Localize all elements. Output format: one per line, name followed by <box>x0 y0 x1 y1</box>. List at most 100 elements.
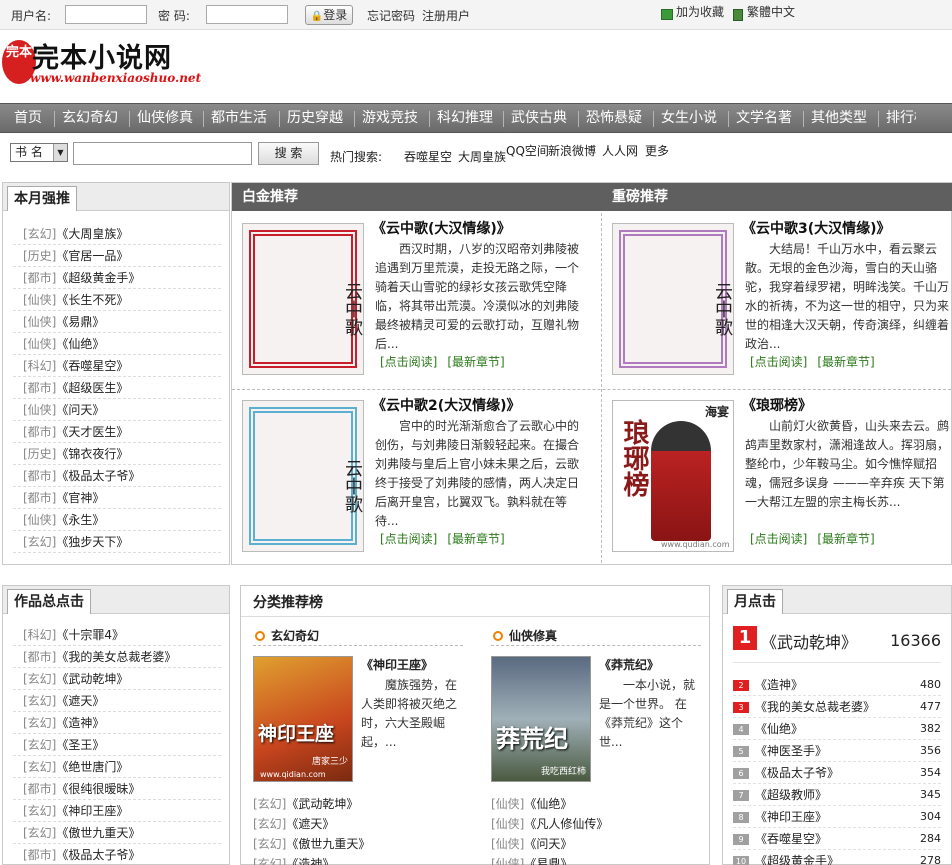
book-link[interactable]: 《凡人修仙传》 <box>524 817 608 831</box>
book-link[interactable]: 《十宗罪4》 <box>56 628 124 642</box>
nav-item[interactable]: 仙侠修真 <box>137 104 193 132</box>
book-link[interactable]: 《独步天下》 <box>56 535 128 549</box>
rank-row[interactable]: 7 《超级教师》 345 <box>733 784 941 806</box>
register-link[interactable]: 注册用户 <box>422 7 470 24</box>
list-item[interactable]: [都市]《很纯很暧昧》 <box>13 778 221 800</box>
rank-row[interactable]: 2 《造神》 480 <box>733 674 941 696</box>
favorite-link[interactable]: 加为收藏 <box>676 3 724 20</box>
book-link[interactable]: 《傲世九重天》 <box>286 837 370 851</box>
book-link[interactable]: 《武动乾坤》 <box>56 672 128 686</box>
list-item[interactable]: [玄幻]《独步天下》 <box>13 531 221 553</box>
list-item[interactable]: [仙侠]《仙绝》 <box>491 794 701 814</box>
read-link[interactable]: [点击阅读] <box>750 355 807 369</box>
list-item[interactable]: [都市]《极品太子爷》 <box>13 465 221 487</box>
nav-item[interactable]: 文学名著 <box>736 104 792 132</box>
rank-row[interactable]: 8 《神印王座》 304 <box>733 806 941 828</box>
nav-item[interactable]: 女生小说 <box>661 104 717 132</box>
latest-chapter-link[interactable]: [最新章节] <box>817 532 874 546</box>
list-item[interactable]: [仙侠]《仙绝》 <box>13 333 221 355</box>
latest-chapter-link[interactable]: [最新章节] <box>447 532 504 546</box>
list-item[interactable]: [玄幻]《武动乾坤》 <box>253 794 463 814</box>
book-link[interactable]: 《神印王座》 <box>755 810 827 824</box>
book-link[interactable]: 《吞噬星空》 <box>56 359 128 373</box>
nav-item[interactable]: 游戏竞技 <box>362 104 418 132</box>
list-item[interactable]: [都市]《天才医生》 <box>13 421 221 443</box>
book-cover[interactable]: 云中歌 <box>612 223 734 375</box>
list-item[interactable]: [玄幻]《傲世九重天》 <box>253 834 463 854</box>
hot-search-item[interactable]: 大周皇族 <box>458 148 506 165</box>
list-item[interactable]: [仙侠]《凡人修仙传》 <box>491 814 701 834</box>
list-item[interactable]: [都市]《超级黄金手》 <box>13 267 221 289</box>
book-link[interactable]: 《仙绝》 <box>524 797 572 811</box>
list-item[interactable]: [玄幻]《造神》 <box>253 854 463 865</box>
book-link[interactable]: 《仙绝》 <box>56 337 104 351</box>
book-link[interactable]: 《极品太子爷》 <box>56 848 140 862</box>
list-item[interactable]: [玄幻]《圣王》 <box>13 734 221 756</box>
category-header[interactable]: 仙侠修真 <box>491 626 701 646</box>
book-cover[interactable]: 云中歌 <box>242 223 364 375</box>
book-cover[interactable]: 云中歌 <box>242 400 364 552</box>
book-title[interactable]: 《云中歌3(大汉情缘)》 <box>742 218 891 238</box>
book-link[interactable]: 《官居一品》 <box>56 249 128 263</box>
list-item[interactable]: [都市]《超级医生》 <box>13 377 221 399</box>
list-item[interactable]: [玄幻]《神印王座》 <box>13 800 221 822</box>
read-link[interactable]: [点击阅读] <box>380 532 437 546</box>
book-link[interactable]: 《造神》 <box>755 678 803 692</box>
nav-item[interactable]: 恐怖悬疑 <box>586 104 642 132</box>
book-cover[interactable]: 琅琊榜 海宴 www.qudian.com <box>612 400 734 552</box>
search-input[interactable] <box>73 142 252 165</box>
rank-row[interactable]: 4 《仙绝》 382 <box>733 718 941 740</box>
book-title[interactable]: 《莽荒纪》 <box>599 656 659 673</box>
hot-search-item[interactable]: 吞噬星空 <box>404 148 452 165</box>
hot-search-item[interactable]: 人人网 <box>602 142 638 159</box>
book-link[interactable]: 《傲世九重天》 <box>56 826 140 840</box>
book-link[interactable]: 《造神》 <box>286 857 334 865</box>
list-item[interactable]: [科幻]《吞噬星空》 <box>13 355 221 377</box>
search-button[interactable]: 搜 索 <box>258 142 319 165</box>
nav-item[interactable]: 历史穿越 <box>287 104 343 132</box>
list-item[interactable]: [玄幻]《遮天》 <box>13 690 221 712</box>
forgot-password-link[interactable]: 忘记密码 <box>367 7 415 24</box>
list-item[interactable]: [玄幻]《武动乾坤》 <box>13 668 221 690</box>
book-link[interactable]: 《绝世唐门》 <box>56 760 128 774</box>
search-type-select[interactable]: 书 名 ▼ <box>10 143 68 162</box>
hot-search-item[interactable]: QQ空间 <box>506 142 549 159</box>
book-link[interactable]: 《易鼎》 <box>56 315 104 329</box>
book-title[interactable]: 《神印王座》 <box>361 656 433 673</box>
book-link[interactable]: 《很纯很暧昧》 <box>56 782 140 796</box>
list-item[interactable]: [仙侠]《易鼎》 <box>491 854 701 865</box>
book-link[interactable]: 《吞噬星空》 <box>755 832 827 846</box>
book-link[interactable]: 《遮天》 <box>56 694 104 708</box>
book-link[interactable]: 《问天》 <box>56 403 104 417</box>
list-item[interactable]: [都市]《极品太子爷》 <box>13 844 221 865</box>
book-cover[interactable]: 神印王座 唐家三少 www.qidian.com <box>253 656 353 782</box>
book-link[interactable]: 《造神》 <box>56 716 104 730</box>
site-logo[interactable]: 完本 完本小说网 www.wanbenxiaoshuo.net <box>2 36 201 90</box>
latest-chapter-link[interactable]: [最新章节] <box>817 355 874 369</box>
book-link[interactable]: 《超级教师》 <box>755 788 827 802</box>
book-title[interactable]: 《琅琊榜》 <box>742 395 812 415</box>
book-link[interactable]: 《武动乾坤》 <box>286 797 358 811</box>
rank-row[interactable]: 3 《我的美女总裁老婆》 477 <box>733 696 941 718</box>
list-item[interactable]: [历史]《锦衣夜行》 <box>13 443 221 465</box>
nav-item[interactable]: 都市生活 <box>211 104 267 132</box>
username-input[interactable] <box>65 5 147 24</box>
rank-row[interactable]: 10 《超级黄金手》 278 <box>733 850 941 865</box>
traditional-link[interactable]: 繁體中文 <box>747 3 795 20</box>
nav-item[interactable]: 武侠古典 <box>511 104 567 132</box>
nav-item[interactable]: 玄幻奇幻 <box>62 104 118 132</box>
nav-item[interactable]: 其他类型 <box>811 104 867 132</box>
rank-row[interactable]: 6 《极品太子爷》 354 <box>733 762 941 784</box>
book-link[interactable]: 《超级黄金手》 <box>56 271 140 285</box>
book-title[interactable]: 《云中歌(大汉情缘)》 <box>372 218 511 238</box>
book-link[interactable]: 《长生不死》 <box>56 293 128 307</box>
nav-item[interactable]: 首页 <box>14 104 42 132</box>
list-item[interactable]: [仙侠]《永生》 <box>13 509 221 531</box>
book-link[interactable]: 《问天》 <box>524 837 572 851</box>
book-link[interactable]: 《遮天》 <box>286 817 334 831</box>
list-item[interactable]: [仙侠]《问天》 <box>13 399 221 421</box>
list-item[interactable]: [玄幻]《大周皇族》 <box>13 223 221 245</box>
list-item[interactable]: [玄幻]《傲世九重天》 <box>13 822 221 844</box>
book-link[interactable]: 《锦衣夜行》 <box>56 447 128 461</box>
list-item[interactable]: [玄幻]《造神》 <box>13 712 221 734</box>
